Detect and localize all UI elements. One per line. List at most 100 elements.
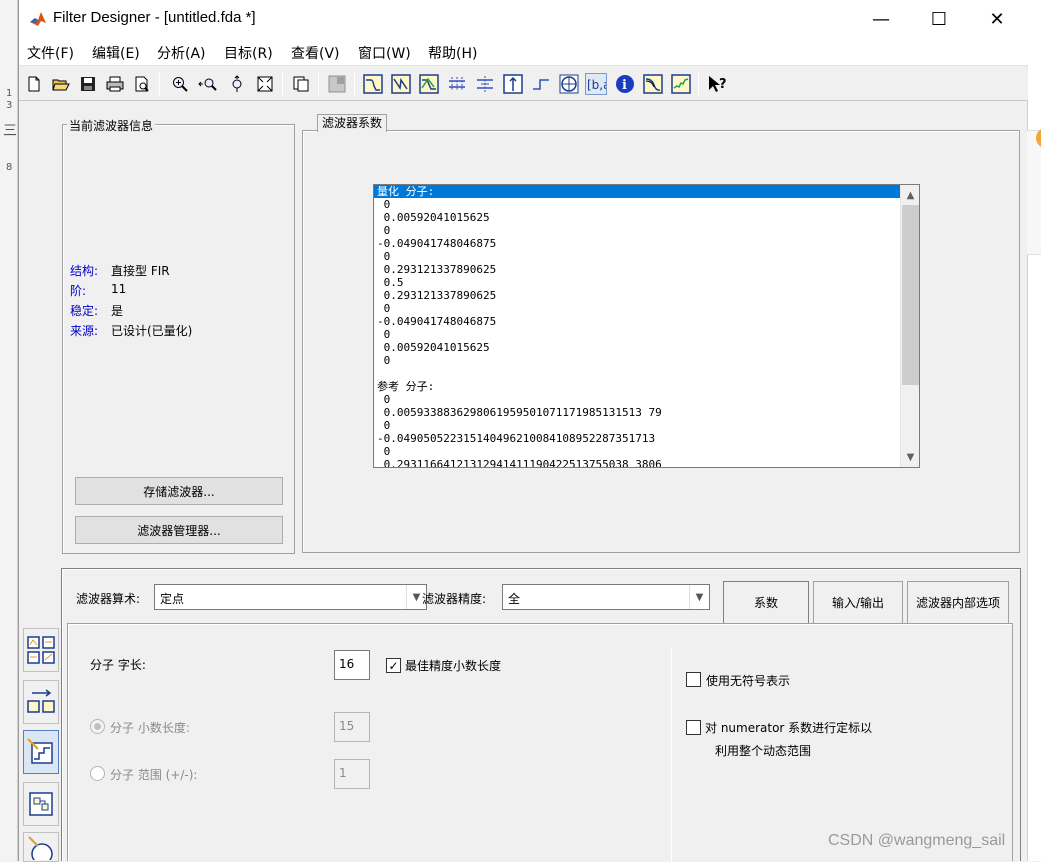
minimize-button[interactable]: — bbox=[852, 0, 910, 38]
info-source-value: 已设计(已量化) bbox=[111, 324, 193, 338]
magnitude-phase-icon[interactable] bbox=[418, 73, 440, 95]
coefficient-line[interactable]: 0 bbox=[374, 250, 900, 263]
best-precision-label: 最佳精度小数长度 bbox=[405, 659, 502, 673]
new-icon[interactable] bbox=[23, 73, 45, 95]
background-glyph: 8 bbox=[6, 162, 13, 173]
group-delay-icon[interactable] bbox=[446, 73, 468, 95]
zoom-y-icon[interactable] bbox=[226, 73, 248, 95]
menu-view[interactable]: 查看(V) bbox=[291, 43, 340, 63]
coefficient-line[interactable]: 0 bbox=[374, 328, 900, 341]
background-glyph: 3 bbox=[6, 100, 13, 111]
phase-response-icon[interactable] bbox=[390, 73, 412, 95]
coef-panel-title: 滤波器系数 bbox=[317, 114, 388, 132]
zoom-in-icon[interactable] bbox=[169, 73, 191, 95]
checkmark-icon: ✓ bbox=[388, 658, 399, 673]
coefficient-line[interactable]: 0.293121337890625 bbox=[374, 289, 900, 302]
close-button[interactable]: ✕ bbox=[968, 0, 1026, 38]
print-preview-icon[interactable] bbox=[131, 73, 153, 95]
frac-length-input[interactable]: 15 bbox=[334, 712, 370, 742]
tab-input-output[interactable]: 输入/输出 bbox=[813, 581, 903, 623]
pole-zero-editor-button[interactable] bbox=[23, 832, 59, 862]
arithmetic-select[interactable]: 定点 ▼ bbox=[154, 584, 427, 610]
tab-coefficients[interactable]: 系数 bbox=[723, 581, 809, 623]
coefficient-line[interactable]: 0 bbox=[374, 354, 900, 367]
magnitude-response-icon[interactable] bbox=[362, 73, 384, 95]
phase-delay-icon[interactable] bbox=[474, 73, 496, 95]
maximize-button[interactable]: ☐ bbox=[910, 0, 968, 38]
precision-select[interactable]: 全 ▼ bbox=[502, 584, 710, 610]
coefficient-line[interactable]: 0.29311664121312941411190422513755038 38… bbox=[374, 458, 900, 467]
coefficient-line[interactable]: 0.0059338836298061959501071171985131513 … bbox=[374, 406, 900, 419]
full-view-icon[interactable] bbox=[254, 73, 276, 95]
whats-this-icon[interactable]: ? bbox=[706, 73, 728, 95]
range-radio[interactable] bbox=[90, 766, 105, 781]
new-window-icon[interactable] bbox=[290, 73, 312, 95]
svg-text:i: i bbox=[622, 78, 627, 93]
precision-select-value: 全 bbox=[508, 592, 521, 606]
impulse-response-icon[interactable] bbox=[502, 73, 524, 95]
scale-coefficients-checkbox[interactable] bbox=[686, 720, 701, 735]
filter-coefficients-icon[interactable]: [b,a] bbox=[585, 73, 607, 95]
frac-length-radio[interactable] bbox=[90, 719, 105, 734]
magnitude-estimate-icon[interactable] bbox=[642, 73, 664, 95]
store-filter-button[interactable]: 存储滤波器... bbox=[75, 477, 283, 505]
best-precision-checkbox[interactable]: ✓ bbox=[386, 658, 401, 673]
scroll-thumb[interactable] bbox=[902, 205, 919, 385]
coefficient-line[interactable]: 0.5 bbox=[374, 276, 900, 289]
coefficient-line[interactable]: 0 bbox=[374, 419, 900, 432]
coefficient-line[interactable]: 0.00592041015625 bbox=[374, 341, 900, 354]
save-icon[interactable] bbox=[77, 73, 99, 95]
coefficient-line[interactable]: -0.049041748046875 bbox=[374, 315, 900, 328]
transform-filter-button[interactable] bbox=[23, 628, 59, 672]
convert-structure-icon bbox=[27, 689, 55, 713]
filter-info-icon[interactable]: i bbox=[614, 73, 636, 95]
coefficients-listbox[interactable]: 量化 分子: 0 0.00592041015625 0 -0.0490417480… bbox=[373, 184, 920, 468]
unsigned-checkbox[interactable] bbox=[686, 672, 701, 687]
menu-file[interactable]: 文件(F) bbox=[27, 43, 74, 63]
frac-length-label: 分子 小数长度: bbox=[110, 721, 190, 735]
scroll-down-arrow[interactable]: ▼ bbox=[901, 448, 919, 466]
coefficient-line[interactable]: 0 bbox=[374, 224, 900, 237]
menu-targets[interactable]: 目标(R) bbox=[224, 43, 273, 63]
coefficient-line[interactable]: 0.293121337890625 bbox=[374, 263, 900, 276]
legend-icon[interactable] bbox=[326, 73, 348, 95]
numerator-wordlength-input[interactable]: 16 bbox=[334, 650, 370, 680]
round-off-noise-icon[interactable] bbox=[670, 73, 692, 95]
coefficient-line[interactable]: 0 bbox=[374, 393, 900, 406]
step-response-icon[interactable] bbox=[530, 73, 552, 95]
range-input[interactable]: 1 bbox=[334, 759, 370, 789]
background-app-strip: 1 3 三 8 bbox=[0, 0, 18, 861]
coefficient-line[interactable] bbox=[374, 367, 900, 380]
open-icon[interactable] bbox=[50, 73, 72, 95]
zoom-x-icon[interactable] bbox=[197, 73, 219, 95]
scroll-up-arrow[interactable]: ▲ bbox=[901, 186, 919, 204]
filter-designer-window: Filter Designer - [untitled.fda *] — ☐ ✕… bbox=[18, 0, 1028, 862]
coefficient-line[interactable]: -0.0490505223151404962100841089522873517… bbox=[374, 432, 900, 445]
window-title: Filter Designer - [untitled.fda *] bbox=[53, 9, 256, 26]
convert-structure-button[interactable] bbox=[23, 680, 59, 724]
coefficient-line[interactable]: 0 bbox=[374, 302, 900, 315]
set-quantization-button[interactable] bbox=[23, 730, 59, 774]
coefficient-line[interactable]: 量化 分子: bbox=[374, 185, 900, 198]
unsigned-label: 使用无符号表示 bbox=[706, 674, 791, 688]
scale-label-line1: 对 numerator 系数进行定标以 bbox=[705, 721, 873, 735]
coefficient-line[interactable]: 0.00592041015625 bbox=[374, 211, 900, 224]
coefficient-line[interactable]: -0.049041748046875 bbox=[374, 237, 900, 250]
menu-window[interactable]: 窗口(W) bbox=[358, 43, 411, 63]
filter-manager-button[interactable]: 滤波器管理器... bbox=[75, 516, 283, 544]
realize-model-icon bbox=[29, 792, 53, 816]
menu-edit[interactable]: 编辑(E) bbox=[92, 43, 140, 63]
menu-help[interactable]: 帮助(H) bbox=[428, 43, 477, 63]
coefficient-line[interactable]: 0 bbox=[374, 198, 900, 211]
pole-zero-icon[interactable] bbox=[558, 73, 580, 95]
info-stable-label: 稳定: bbox=[70, 304, 99, 318]
tab-filter-internals[interactable]: 滤波器内部选项 bbox=[907, 581, 1009, 623]
menu-analysis[interactable]: 分析(A) bbox=[157, 43, 206, 63]
print-icon[interactable] bbox=[104, 73, 126, 95]
coefficient-line[interactable]: 0 bbox=[374, 445, 900, 458]
background-glyph: 1 bbox=[6, 88, 13, 99]
coefficient-line[interactable]: 参考 分子: bbox=[374, 380, 900, 393]
coefficients-scrollbar[interactable]: ▲ ▼ bbox=[900, 185, 919, 467]
realize-model-button[interactable] bbox=[23, 782, 59, 826]
current-filter-info-panel: 当前滤波器信息 结构: 直接型 FIR 阶: 11 稳定: 是 来源: 已设计(… bbox=[62, 117, 295, 554]
